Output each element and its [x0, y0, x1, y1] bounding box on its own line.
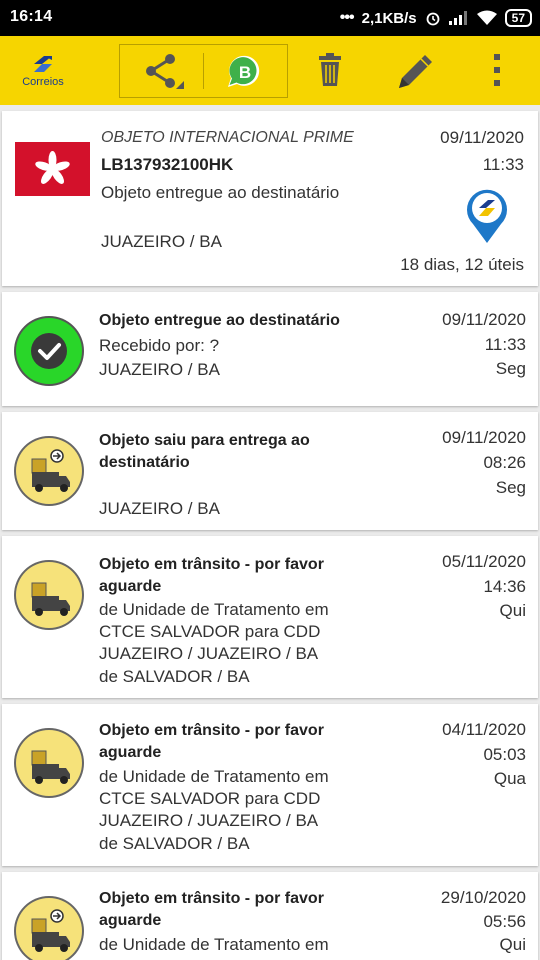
event-time: 11:33 — [484, 335, 526, 354]
hong-kong-flag-icon — [15, 142, 90, 196]
correios-logo-icon — [34, 56, 52, 72]
event-date: 05/11/2020 — [442, 552, 526, 571]
share-button[interactable] — [120, 45, 203, 97]
event-title-continued: aguarde — [99, 912, 162, 929]
overflow-menu-button[interactable] — [470, 44, 526, 96]
object-category: OBJETO INTERNACIONAL PRIME — [101, 129, 354, 146]
event-detail: Recebido por: ? — [99, 336, 220, 355]
tracking-event[interactable]: Objeto em trânsito - por favor aguarde d… — [2, 536, 538, 698]
status-indicators: ••• 2,1KB/s 57 — [340, 6, 532, 30]
event-title: Objeto em trânsito - por favor — [99, 890, 324, 907]
svg-text:B: B — [239, 63, 251, 82]
event-location: de SALVADOR / BA — [99, 834, 250, 853]
event-title: Objeto saiu para entrega ao — [99, 432, 310, 449]
event-detail: de Unidade de Tratamento em — [99, 600, 329, 619]
event-date: 29/10/2020 — [440, 888, 526, 907]
event-weekday: Seg — [495, 359, 526, 378]
event-weekday: Qua — [493, 769, 526, 788]
wifi-icon — [476, 10, 497, 25]
delivery-truck-icon — [12, 726, 86, 800]
tracking-summary-card[interactable]: OBJETO INTERNACIONAL PRIME LB137932100HK… — [2, 111, 538, 286]
pencil-icon — [399, 55, 432, 88]
event-detail: de Unidade de Tratamento em — [99, 767, 329, 786]
delivery-truck-icon — [12, 894, 86, 960]
event-detail: JUAZEIRO / JUAZEIRO / BA — [99, 811, 319, 830]
trash-icon — [319, 53, 341, 86]
whatsapp-business-button[interactable]: B — [204, 45, 288, 97]
event-time: 14:36 — [483, 577, 526, 596]
delivered-check-icon — [12, 314, 86, 388]
event-weekday: Qui — [499, 935, 526, 954]
event-time: 08:26 — [483, 453, 526, 472]
edit-button[interactable] — [385, 44, 445, 96]
more-vert-icon — [494, 54, 500, 86]
event-time: 05:56 — [483, 912, 526, 931]
event-location: JUAZEIRO / BA — [99, 499, 220, 518]
status-bar: 16:14 ••• 2,1KB/s 57 — [0, 0, 540, 36]
delivery-duration: 18 dias, 12 úteis — [400, 255, 524, 274]
battery-level: 57 — [504, 9, 532, 27]
event-time: 05:03 — [483, 745, 526, 764]
delivery-truck-icon — [12, 558, 86, 632]
whatsapp-business-icon: B — [228, 55, 260, 87]
logo-text: Correios — [22, 76, 64, 88]
event-date: 09/11/2020 — [442, 428, 526, 447]
alarm-icon — [426, 12, 440, 26]
notification-dots-icon: ••• — [339, 9, 355, 26]
tracking-event[interactable]: Objeto entregue ao destinatário Recebido… — [2, 292, 538, 406]
tracking-event[interactable]: Objeto em trânsito - por favor aguarde d… — [2, 704, 538, 866]
event-weekday: Qui — [499, 601, 526, 620]
event-detail: de Unidade de Tratamento em — [99, 935, 329, 954]
status-time-label: 11:33 — [482, 155, 524, 174]
event-detail: CTCE SALVADOR para CDD — [99, 789, 321, 808]
map-pin-icon[interactable] — [464, 186, 510, 244]
event-title-continued: aguarde — [99, 744, 162, 761]
event-title-continued: aguarde — [99, 578, 162, 595]
status-date: 09/11/2020 — [440, 128, 524, 147]
delete-button[interactable] — [300, 44, 360, 96]
share-group: B — [119, 44, 288, 98]
app-toolbar: Correios B — [0, 36, 540, 105]
share-icon — [146, 54, 184, 89]
event-weekday: Seg — [495, 478, 526, 497]
current-location: JUAZEIRO / BA — [101, 232, 222, 251]
event-title-continued: destinatário — [99, 454, 190, 471]
tracking-event[interactable]: Objeto saiu para entrega ao destinatário… — [2, 412, 538, 530]
event-title: Objeto em trânsito - por favor — [99, 722, 324, 739]
network-speed: 2,1KB/s — [361, 9, 417, 27]
event-location: de SALVADOR / BA — [99, 667, 250, 686]
event-location: JUAZEIRO / BA — [99, 360, 220, 379]
status-time: 16:14 — [10, 8, 53, 25]
event-title: Objeto em trânsito - por favor — [99, 556, 324, 573]
delivery-truck-icon — [12, 434, 86, 508]
event-detail: CTCE SALVADOR para CDD — [99, 622, 321, 641]
tracking-code: LB137932100HK — [101, 155, 234, 174]
current-status: Objeto entregue ao destinatário — [101, 183, 340, 202]
tracking-event[interactable]: Objeto em trânsito - por favor aguarde d… — [2, 872, 538, 960]
signal-icon — [448, 11, 467, 25]
event-date: 09/11/2020 — [442, 310, 526, 329]
event-date: 04/11/2020 — [442, 720, 526, 739]
event-detail: JUAZEIRO / JUAZEIRO / BA — [99, 644, 319, 663]
event-title: Objeto entregue ao destinatário — [99, 312, 340, 329]
correios-logo[interactable]: Correios — [18, 52, 68, 92]
